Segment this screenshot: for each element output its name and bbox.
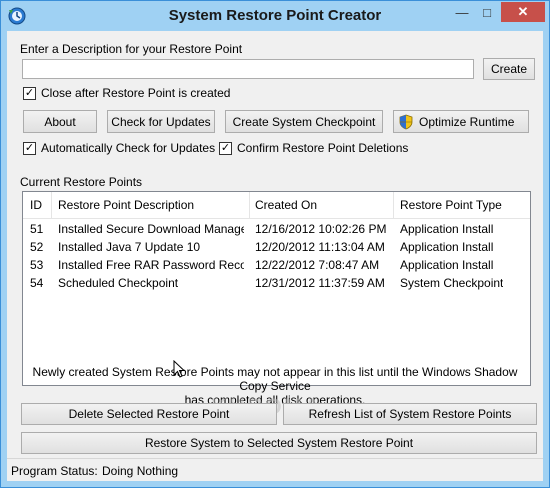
mouse-cursor-icon (173, 360, 185, 378)
row-id: 52 (30, 240, 44, 254)
auto-check-label: Automatically Check for Updates (41, 141, 216, 155)
row-created: 12/20/2012 11:13:04 AM (255, 240, 385, 254)
app-window: System Restore Point Creator — □ ✕ Enter… (0, 0, 550, 488)
list-header: ID Restore Point Description Created On … (23, 192, 530, 219)
column-divider (249, 192, 250, 218)
refresh-list-button[interactable]: Refresh List of System Restore Points (283, 403, 537, 425)
row-id: 51 (30, 222, 44, 236)
optimize-runtime-button[interactable]: Optimize Runtime (393, 110, 529, 133)
description-input[interactable] (22, 59, 474, 79)
client-area: Enter a Description for your Restore Poi… (7, 31, 543, 481)
table-row[interactable]: 51 Installed Secure Download Manager 12/… (23, 220, 530, 238)
row-type: Application Install (400, 258, 494, 272)
close-after-label: Close after Restore Point is created (41, 86, 231, 100)
restore-points-list[interactable]: ID Restore Point Description Created On … (22, 191, 531, 386)
shield-icon (399, 114, 413, 129)
close-button[interactable]: ✕ (501, 2, 545, 22)
row-id: 53 (30, 258, 44, 272)
row-created: 12/31/2012 11:37:59 AM (255, 276, 385, 290)
about-button[interactable]: About (23, 110, 97, 133)
notice-line-1: Newly created System Restore Points may … (32, 365, 518, 393)
table-row[interactable]: 52 Installed Java 7 Update 10 12/20/2012… (23, 238, 530, 256)
auto-check-checkbox[interactable]: ✓ (23, 142, 36, 155)
title-bar[interactable]: System Restore Point Creator — □ ✕ (1, 1, 549, 31)
minimize-button[interactable]: — (450, 2, 474, 22)
confirm-delete-checkbox[interactable]: ✓ (219, 142, 232, 155)
row-description: Installed Java 7 Update 10 (58, 240, 201, 254)
table-row[interactable]: 53 Installed Free RAR Password Reco... 1… (23, 256, 530, 274)
check-updates-button[interactable]: Check for Updates (107, 110, 215, 133)
maximize-button[interactable]: □ (475, 2, 499, 22)
row-description: Installed Free RAR Password Reco... (58, 258, 244, 272)
restore-points-label: Current Restore Points (20, 175, 143, 189)
row-created: 12/16/2012 10:02:26 PM (255, 222, 387, 236)
column-header-id[interactable]: ID (30, 198, 42, 212)
optimize-runtime-label: Optimize Runtime (419, 114, 515, 129)
row-type: System Checkpoint (400, 276, 504, 290)
description-label: Enter a Description for your Restore Poi… (20, 42, 243, 56)
table-row[interactable]: 54 Scheduled Checkpoint 12/31/2012 11:37… (23, 274, 530, 292)
status-value: Doing Nothing (102, 464, 179, 478)
column-header-created[interactable]: Created On (255, 198, 317, 212)
column-header-description[interactable]: Restore Point Description (58, 198, 194, 212)
restore-system-button[interactable]: Restore System to Selected System Restor… (21, 432, 537, 454)
row-description: Installed Secure Download Manager (58, 222, 244, 236)
create-button[interactable]: Create (483, 58, 535, 80)
close-after-checkbox[interactable]: ✓ (23, 87, 36, 100)
delete-restore-point-button[interactable]: Delete Selected Restore Point (21, 403, 277, 425)
create-checkpoint-button[interactable]: Create System Checkpoint (225, 110, 383, 133)
column-divider (51, 192, 52, 218)
column-header-type[interactable]: Restore Point Type (400, 198, 502, 212)
column-divider (393, 192, 394, 218)
row-type: Application Install (400, 240, 494, 254)
row-description: Scheduled Checkpoint (58, 276, 179, 290)
confirm-delete-label: Confirm Restore Point Deletions (237, 141, 409, 155)
status-bar: Program Status: Doing Nothing (7, 458, 543, 481)
row-created: 12/22/2012 7:08:47 AM (255, 258, 380, 272)
status-label: Program Status: (11, 464, 98, 478)
row-type: Application Install (400, 222, 494, 236)
row-id: 54 (30, 276, 44, 290)
